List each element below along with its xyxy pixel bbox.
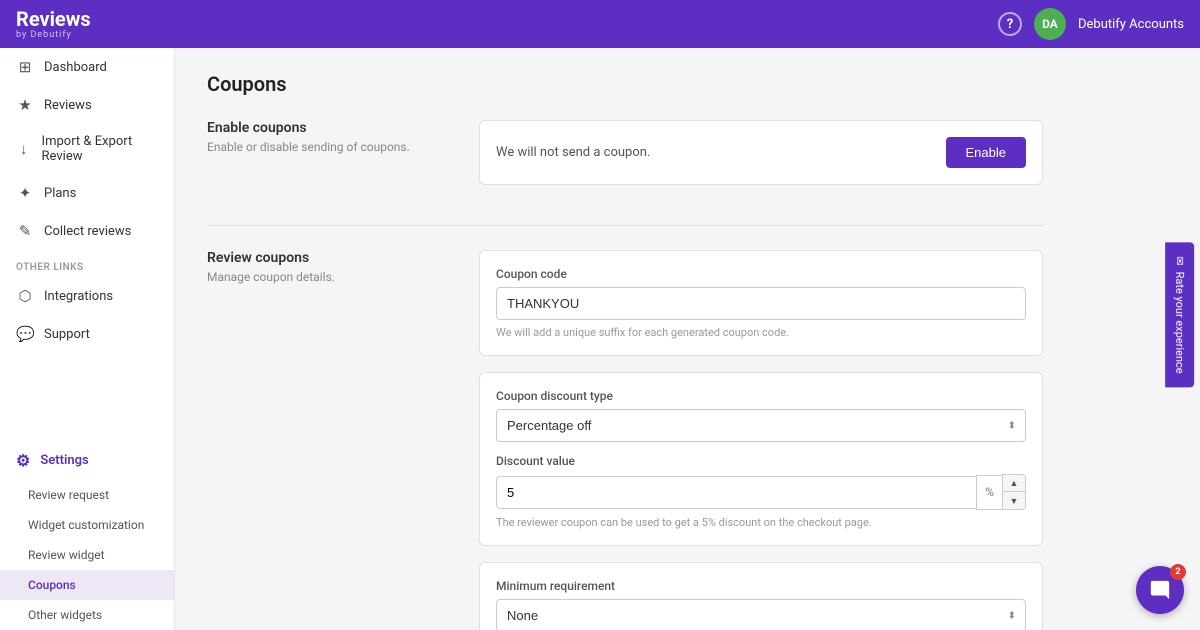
enable-coupons-label: Enable coupons Enable or disable sending… <box>207 120 447 201</box>
sidebar-item-label: Dashboard <box>44 60 107 75</box>
discount-value-row: % ▲ ▼ <box>496 474 1026 510</box>
sidebar-item-support[interactable]: 💬 Support <box>0 315 174 353</box>
enable-button[interactable]: Enable <box>946 137 1026 168</box>
discount-hint: The reviewer coupon can be used to get a… <box>496 516 1026 529</box>
discount-value-label: Discount value <box>496 454 1026 468</box>
min-req-select[interactable]: None Minimum purchase amount Minimum qua… <box>496 599 1026 630</box>
main-content: Coupons Enable coupons Enable or disable… <box>175 48 1200 630</box>
top-nav: Reviews by Debutify ? DA Debutify Accoun… <box>0 0 1200 48</box>
help-button[interactable]: ? <box>998 12 1022 36</box>
min-req-label: Minimum requirement <box>496 579 1026 593</box>
enable-row: We will not send a coupon. Enable <box>496 137 1026 168</box>
sidebar-item-label: Reviews <box>44 98 92 113</box>
sidebar-item-label: Import & Export Review <box>42 134 158 164</box>
other-links-label: OTHER LINKS <box>0 250 174 277</box>
review-coupons-label: Review coupons Manage coupon details. <box>207 250 447 630</box>
reviews-icon: ★ <box>16 96 34 114</box>
top-nav-right: ? DA Debutify Accounts <box>998 8 1184 40</box>
review-coupons-description: Manage coupon details. <box>207 270 447 284</box>
rate-tab-icon: ✉ <box>1173 256 1186 265</box>
sidebar-item-collect-reviews[interactable]: ✎ Collect reviews <box>0 212 174 250</box>
coupon-code-card: Coupon code We will add a unique suffix … <box>479 250 1043 356</box>
import-export-icon: ↓ <box>16 140 32 158</box>
app-logo: Reviews by Debutify <box>16 8 91 40</box>
enable-coupons-section: Enable coupons Enable or disable sending… <box>207 120 1043 201</box>
sidebar-sub-review-widget[interactable]: Review widget <box>0 540 174 570</box>
sidebar-item-label: Integrations <box>44 289 113 304</box>
enable-coupons-card: We will not send a coupon. Enable <box>479 120 1043 185</box>
min-req-select-wrap: None Minimum purchase amount Minimum qua… <box>496 599 1026 630</box>
enable-coupons-content: We will not send a coupon. Enable <box>479 120 1043 201</box>
settings-header[interactable]: ⚙ Settings <box>0 441 174 480</box>
discount-value-input[interactable] <box>496 476 976 509</box>
sidebar-item-label: Plans <box>44 186 76 201</box>
rate-experience-tab[interactable]: ✉ Rate your experience <box>1165 242 1194 387</box>
plans-icon: ✦ <box>16 184 34 202</box>
settings-gear-icon: ⚙ <box>16 451 30 470</box>
review-coupons-content: Coupon code We will add a unique suffix … <box>479 250 1043 630</box>
coupon-code-input[interactable] <box>496 287 1026 320</box>
sidebar-item-reviews[interactable]: ★ Reviews <box>0 86 174 124</box>
discount-type-label: Coupon discount type <box>496 389 1026 403</box>
dashboard-icon: ⊞ <box>16 58 34 76</box>
discount-stepper: ▲ ▼ <box>1002 474 1026 510</box>
sidebar: ⊞ Dashboard ★ Reviews ↓ Import & Export … <box>0 48 175 630</box>
enable-coupons-description: Enable or disable sending of coupons. <box>207 140 447 154</box>
chat-icon <box>1149 579 1171 601</box>
sidebar-item-dashboard[interactable]: ⊞ Dashboard <box>0 48 174 86</box>
logo-subtitle: by Debutify <box>16 30 91 40</box>
discount-type-select-wrap: Percentage off Fixed amount off Free shi… <box>496 409 1026 442</box>
discount-increment-button[interactable]: ▲ <box>1003 475 1025 492</box>
sidebar-item-integrations[interactable]: ⬡ Integrations <box>0 277 174 315</box>
coupon-code-label: Coupon code <box>496 267 1026 281</box>
discount-type-select[interactable]: Percentage off Fixed amount off Free shi… <box>496 409 1026 442</box>
discount-decrement-button[interactable]: ▼ <box>1003 492 1025 509</box>
review-coupons-section: Review coupons Manage coupon details. Co… <box>207 250 1043 630</box>
chat-badge: 2 <box>1170 564 1186 580</box>
coupon-code-hint: We will add a unique suffix for each gen… <box>496 326 1026 339</box>
sidebar-item-label: Support <box>44 327 90 342</box>
account-name: Debutify Accounts <box>1078 17 1184 32</box>
sidebar-item-label: Collect reviews <box>44 224 131 239</box>
discount-unit: % <box>976 475 1002 510</box>
sidebar-sub-coupons[interactable]: Coupons <box>0 570 174 600</box>
rate-tab-label: Rate your experience <box>1173 272 1186 374</box>
sidebar-sub-review-request[interactable]: Review request <box>0 480 174 510</box>
enable-coupons-heading: Enable coupons <box>207 120 447 136</box>
discount-type-card: Coupon discount type Percentage off Fixe… <box>479 372 1043 546</box>
min-requirement-card: Minimum requirement None Minimum purchas… <box>479 562 1043 630</box>
sidebar-sub-widget-customization[interactable]: Widget customization <box>0 510 174 540</box>
support-icon: 💬 <box>16 325 34 343</box>
chat-button[interactable]: 2 <box>1136 566 1184 614</box>
collect-icon: ✎ <box>16 222 34 240</box>
sidebar-item-import-export[interactable]: ↓ Import & Export Review <box>0 124 174 174</box>
settings-label: Settings <box>40 453 88 468</box>
page-title: Coupons <box>207 72 1043 96</box>
sidebar-item-plans[interactable]: ✦ Plans <box>0 174 174 212</box>
logo-title: Reviews <box>16 8 91 30</box>
sidebar-sub-other-widgets[interactable]: Other widgets <box>0 600 174 630</box>
avatar: DA <box>1034 8 1066 40</box>
integrations-icon: ⬡ <box>16 287 34 305</box>
review-coupons-heading: Review coupons <box>207 250 447 266</box>
enable-status-text: We will not send a coupon. <box>496 145 650 160</box>
section-divider <box>207 225 1043 226</box>
